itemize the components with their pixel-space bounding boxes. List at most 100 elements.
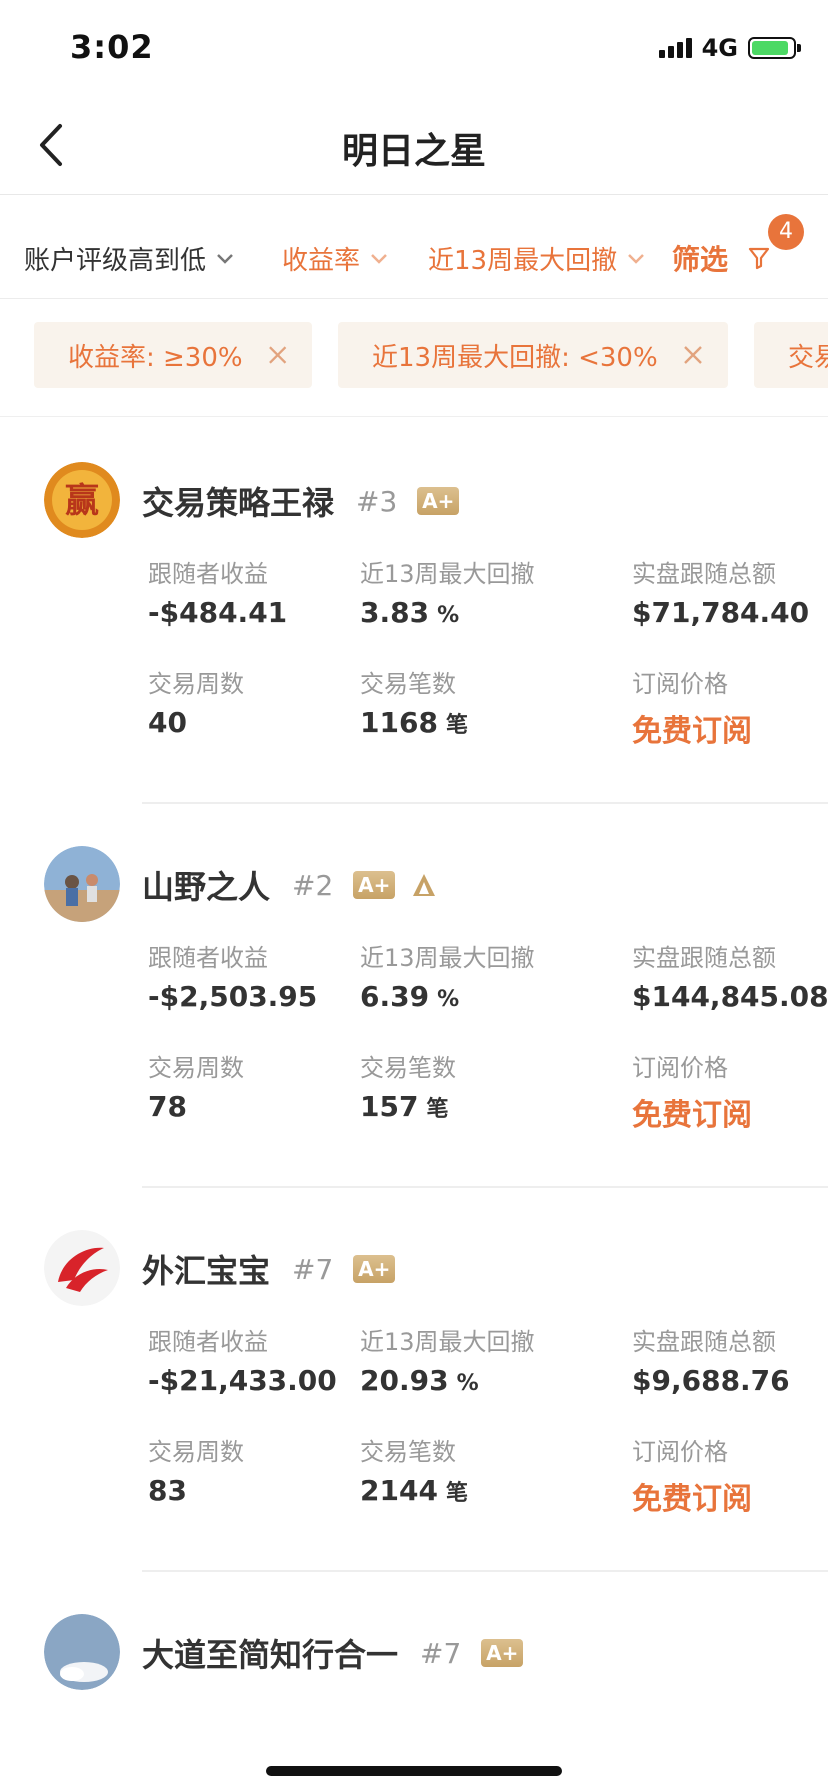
- trader-card[interactable]: 大道至简知行合一 #7 A+: [0, 1572, 828, 1722]
- trader-name: 外汇宝宝: [142, 1252, 271, 1290]
- label-live-follow-total: 实盘跟随总额: [632, 1328, 776, 1356]
- label-live-follow-total: 实盘跟随总额: [632, 560, 776, 588]
- trader-name: 大道至简知行合一: [142, 1636, 399, 1674]
- label-sub-price: 订阅价格: [632, 1438, 728, 1466]
- chevron-down-icon: [628, 253, 644, 264]
- percent-unit: %: [437, 603, 460, 628]
- active-filter-chips: 收益率: ≥30% 近13周最大回撤: <30% 交易: [0, 300, 828, 417]
- filter-count-badge: 4: [768, 214, 804, 250]
- filter-chip-trade[interactable]: 交易: [754, 322, 828, 388]
- filter-chip-return[interactable]: 收益率: ≥30%: [34, 322, 312, 388]
- drawdown-number: 3.83: [360, 596, 430, 629]
- label-trade-weeks: 交易周数: [148, 1438, 244, 1466]
- sort-return-label: 收益率: [282, 246, 361, 276]
- trader-name-row: 山野之人 #2 A+: [142, 862, 437, 908]
- page-title: 明日之星: [341, 131, 486, 172]
- avatar: [44, 846, 120, 922]
- label-sub-price: 订阅价格: [632, 1054, 728, 1082]
- subscribe-free-link[interactable]: 免费订阅: [632, 706, 752, 750]
- trader-name: 山野之人: [142, 868, 271, 906]
- value-max-drawdown: 6.39%: [360, 980, 459, 1013]
- chip-label: 收益率: ≥30%: [68, 342, 243, 373]
- grade-badge: A+: [481, 1639, 524, 1667]
- funnel-icon: [748, 247, 770, 270]
- label-trade-count: 交易笔数: [360, 670, 456, 698]
- trader-rank: #3: [356, 484, 398, 518]
- trader-name-row: 交易策略王禄 #3 A+: [142, 478, 460, 524]
- value-follower-profit: -$484.41: [148, 596, 288, 629]
- label-live-follow-total: 实盘跟随总额: [632, 944, 776, 972]
- value-trade-count: 1168 笔: [360, 706, 468, 739]
- subscribe-free-link[interactable]: 免费订阅: [632, 1474, 752, 1518]
- filter-button[interactable]: 筛选: [672, 238, 770, 278]
- close-icon[interactable]: [682, 344, 704, 366]
- trade-count-number: 1168: [360, 706, 438, 739]
- label-follower-profit: 跟随者收益: [148, 1328, 268, 1356]
- chevron-down-icon: [371, 253, 387, 264]
- value-follower-profit: -$21,433.00: [148, 1364, 337, 1397]
- avatar: [44, 1614, 120, 1690]
- value-trade-count: 157 笔: [360, 1090, 448, 1123]
- trade-count-number: 157: [360, 1090, 419, 1123]
- subscribe-free-link[interactable]: 免费订阅: [632, 1090, 752, 1134]
- label-max-drawdown: 近13周最大回撤: [360, 560, 535, 588]
- chip-label: 近13周最大回撤: <30%: [372, 342, 658, 373]
- home-indicator[interactable]: [266, 1766, 562, 1776]
- sort-drawdown-label: 近13周最大回撤: [428, 246, 618, 276]
- close-icon[interactable]: [267, 344, 288, 366]
- label-follower-profit: 跟随者收益: [148, 560, 268, 588]
- value-max-drawdown: 3.83%: [360, 596, 459, 629]
- sort-rating-label: 账户评级高到低: [24, 246, 207, 276]
- count-unit: 笔: [445, 1481, 468, 1506]
- label-trade-weeks: 交易周数: [148, 670, 244, 698]
- trader-rank: #7: [292, 1252, 334, 1286]
- percent-unit: %: [456, 1371, 479, 1396]
- sort-bar: 账户评级高到低 收益率 近13周最大回撤 筛选 4: [0, 196, 828, 299]
- trader-card[interactable]: 外汇宝宝 #7 A+ 跟随者收益 -$21,433.00 近13周最大回撤 20…: [0, 1188, 828, 1572]
- label-follower-profit: 跟随者收益: [148, 944, 268, 972]
- trader-rank: #7: [420, 1636, 462, 1670]
- label-trade-count: 交易笔数: [360, 1054, 456, 1082]
- value-live-follow-total: $71,784.40: [632, 596, 810, 629]
- trader-card[interactable]: 赢 交易策略王禄 #3 A+ 跟随者收益 -$484.41 近13周最大回撤 3…: [0, 420, 828, 804]
- battery-icon: [748, 37, 801, 59]
- award-icon: [413, 874, 436, 896]
- count-unit: 笔: [426, 1097, 449, 1122]
- trade-count-number: 2144: [360, 1474, 438, 1507]
- label-max-drawdown: 近13周最大回撤: [360, 1328, 535, 1356]
- value-trade-weeks: 40: [148, 706, 187, 739]
- drawdown-number: 6.39: [360, 980, 430, 1013]
- count-unit: 笔: [445, 713, 468, 738]
- sort-drawdown[interactable]: 近13周最大回撤: [428, 240, 645, 277]
- label-trade-count: 交易笔数: [360, 1438, 456, 1466]
- chip-label: 交易: [788, 342, 828, 373]
- value-trade-weeks: 83: [148, 1474, 187, 1507]
- filter-chip-drawdown[interactable]: 近13周最大回撤: <30%: [338, 322, 728, 388]
- grade-badge: A+: [417, 487, 460, 515]
- sort-rating[interactable]: 账户评级高到低: [24, 240, 234, 277]
- trader-name-row: 外汇宝宝 #7 A+: [142, 1246, 396, 1292]
- value-trade-count: 2144 笔: [360, 1474, 468, 1507]
- status-right: 4G: [658, 34, 801, 62]
- value-follower-profit: -$2,503.95: [148, 980, 318, 1013]
- label-trade-weeks: 交易周数: [148, 1054, 244, 1082]
- svg-text:赢: 赢: [65, 481, 99, 521]
- trader-rank: #2: [292, 868, 334, 902]
- trader-name: 交易策略王禄: [142, 484, 335, 522]
- nav-bar: 明日之星: [0, 96, 828, 195]
- chevron-down-icon: [217, 253, 233, 264]
- sort-return[interactable]: 收益率: [282, 240, 388, 277]
- drawdown-number: 20.93: [360, 1364, 449, 1397]
- avatar: [44, 1230, 120, 1306]
- filter-label: 筛选: [672, 243, 729, 276]
- percent-unit: %: [437, 987, 460, 1012]
- trader-card[interactable]: 山野之人 #2 A+ 跟随者收益 -$2,503.95 近13周最大回撤 6.3…: [0, 804, 828, 1188]
- avatar: 赢: [44, 462, 120, 538]
- value-live-follow-total: $144,845.08: [632, 980, 828, 1013]
- signal-icon: [658, 38, 692, 58]
- grade-badge: A+: [353, 871, 396, 899]
- value-max-drawdown: 20.93%: [360, 1364, 479, 1397]
- value-live-follow-total: $9,688.76: [632, 1364, 790, 1397]
- status-bar: 3:02 4G: [0, 0, 828, 96]
- trader-name-row: 大道至简知行合一 #7 A+: [142, 1630, 524, 1676]
